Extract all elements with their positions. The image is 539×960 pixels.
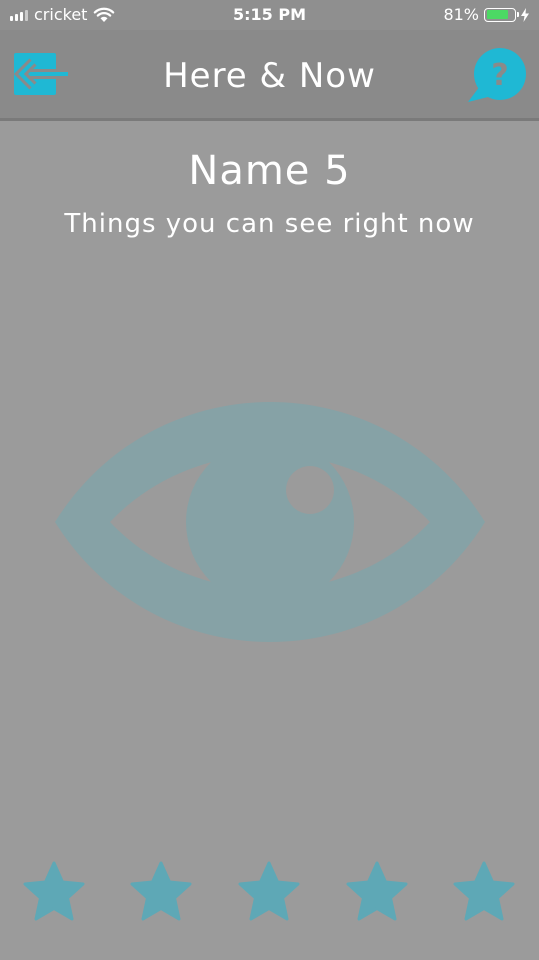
star-icon xyxy=(453,861,515,921)
star-icon xyxy=(130,861,192,921)
prompt-subheading: Things you can see right now xyxy=(64,209,475,239)
help-bubble-icon: ? xyxy=(468,48,526,102)
help-button[interactable]: ? xyxy=(466,48,528,104)
star-icon xyxy=(238,861,300,921)
charging-bolt-icon xyxy=(521,7,529,22)
eye-icon xyxy=(55,402,485,642)
help-glyph: ? xyxy=(491,58,508,93)
star-5[interactable] xyxy=(451,860,517,926)
star-icon xyxy=(346,861,408,921)
star-1[interactable] xyxy=(21,860,87,926)
battery-percent: 81% xyxy=(443,5,479,24)
star-4[interactable] xyxy=(344,860,410,926)
status-bar: cricket 5:15 PM 81% xyxy=(0,0,539,30)
star-icon xyxy=(23,861,85,921)
star-2[interactable] xyxy=(128,860,194,926)
star-3[interactable] xyxy=(236,860,302,926)
battery-fill xyxy=(486,10,509,19)
prompt-heading: Name 5 xyxy=(188,148,351,194)
battery-icon xyxy=(484,7,519,22)
page-title: Here & Now xyxy=(163,56,376,96)
star-rating xyxy=(0,860,539,926)
status-right: 81% xyxy=(443,5,529,24)
nav-bar: Here & Now ? xyxy=(0,30,539,121)
